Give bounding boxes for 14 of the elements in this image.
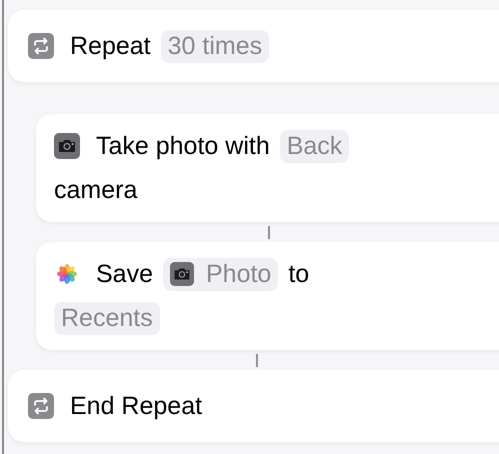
action-text: to [288,260,310,288]
camera-icon [170,262,194,286]
action-text: Repeat [70,32,151,60]
action-text: Take photo with [96,132,270,160]
action-text: camera [54,176,138,204]
action-text: Save [96,260,153,288]
action-card[interactable]: End Repeat [8,370,499,442]
action-card[interactable]: Repeat 30 times [8,10,499,82]
action-card[interactable]: Take photo with Back camera [36,114,499,222]
repeat-icon [28,33,54,59]
repeat-icon [28,393,54,419]
photos-flower-icon [54,261,80,287]
camera-icon [54,133,80,159]
action-text: End Repeat [70,392,202,420]
